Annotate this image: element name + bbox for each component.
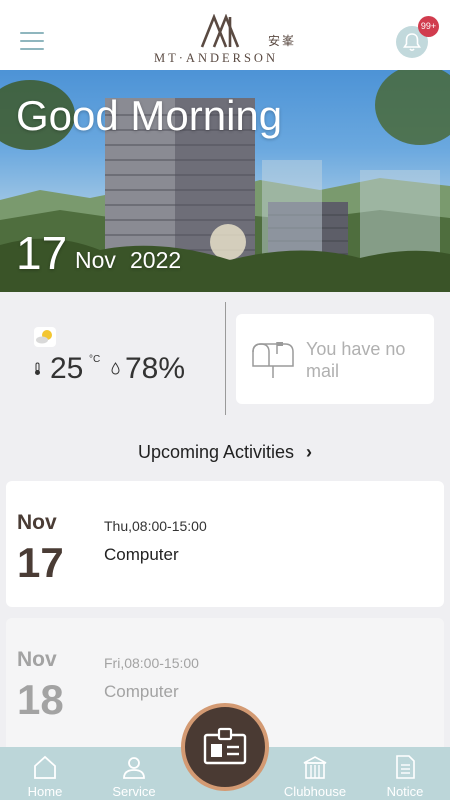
divider [225, 302, 226, 415]
home-icon [34, 755, 56, 779]
activity-day: 17 [17, 539, 64, 586]
date-day: 17 [16, 227, 68, 279]
nav-service[interactable]: Service [94, 747, 174, 800]
upcoming-activities-link[interactable]: Upcoming Activities › [0, 442, 450, 463]
brand-logo: 安峯 MT·ANDERSON [150, 12, 300, 67]
app-header: 安峯 MT·ANDERSON 99+ [0, 0, 450, 70]
partly-sunny-icon [34, 327, 56, 347]
hero-banner: Good Morning 17 Nov 2022 [0, 70, 450, 292]
humidity-value: 78% [125, 352, 186, 385]
bell-icon [403, 33, 421, 52]
nav-clubhouse[interactable]: Clubhouse [275, 747, 355, 800]
nav-home-label: Home [27, 784, 63, 799]
brand-chinese-name: 安峯 [268, 34, 297, 48]
thermometer-icon [35, 362, 40, 375]
chevron-right-icon: › [306, 442, 313, 462]
upcoming-activities-heading: Upcoming Activities [137, 442, 295, 462]
nav-home[interactable]: Home [5, 747, 85, 800]
nav-notice[interactable]: Notice [365, 747, 445, 800]
person-icon [123, 757, 145, 779]
mailbox-icon [252, 342, 294, 378]
nav-service-label: Service [112, 784, 156, 799]
activity-time: Thu,08:00-15:00 [104, 518, 207, 534]
mail-status-text: You have no mail [306, 339, 406, 381]
brand-name: MT·ANDERSON [154, 51, 278, 65]
mailbox-card[interactable]: You have no mail [236, 314, 434, 404]
greeting-text: Good Morning [16, 92, 283, 139]
temperature-unit: °C [89, 354, 101, 365]
resident-id-card-button[interactable] [181, 703, 269, 791]
logo-mark-icon [200, 14, 240, 48]
date-month: Nov [75, 247, 116, 273]
activity-month: Nov [17, 648, 57, 671]
activity-name: Computer [104, 545, 179, 564]
clubhouse-building-icon [303, 756, 327, 779]
nav-notice-label: Notice [386, 784, 424, 799]
date-year: 2022 [130, 247, 182, 273]
id-card-icon [203, 727, 247, 765]
hamburger-menu-icon[interactable] [20, 32, 44, 50]
notification-count-badge: 99+ [418, 16, 439, 37]
temperature-value: 25 [50, 352, 84, 385]
humidity-drop-icon [111, 362, 120, 375]
nav-clubhouse-label: Clubhouse [283, 784, 347, 799]
activity-day: 18 [17, 676, 64, 723]
notice-document-icon [396, 755, 415, 779]
activity-month: Nov [17, 511, 57, 534]
activity-name: Computer [104, 682, 179, 701]
activity-time: Fri,08:00-15:00 [104, 655, 199, 671]
activity-card[interactable]: Nov 17 Thu,08:00-15:00 Computer [6, 481, 444, 607]
